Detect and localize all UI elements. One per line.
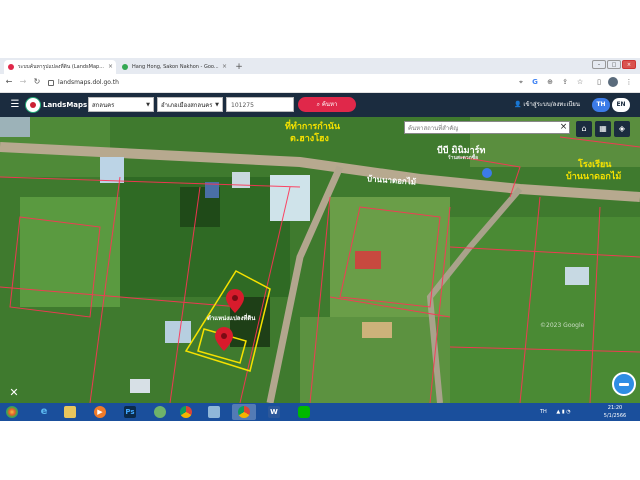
district-select[interactable]: อำเภอเมืองสกลนคร ▼ (157, 97, 223, 112)
place-search-input[interactable]: ค้นหาสถานที่สำคัญ (404, 121, 570, 134)
ie-icon: e (40, 406, 48, 417)
zoom-icon[interactable]: ⊕ (545, 77, 555, 87)
hamburger-menu-icon[interactable]: ☰ (9, 99, 21, 111)
new-tab-button[interactable]: + (233, 60, 245, 74)
parcel-number-input[interactable]: 101275 (226, 97, 294, 112)
clock-time: 21:20 (607, 405, 623, 411)
forward-icon[interactable]: → (18, 77, 28, 87)
clock-date: 5/1/2566 (603, 413, 627, 419)
taskbar-ie[interactable]: e (32, 404, 56, 420)
input-language[interactable]: TH (540, 409, 547, 415)
tab-title: ระบบค้นหารูปแปลงที่ดิน (LandsMap... (18, 64, 104, 70)
taskbar-explorer[interactable] (58, 404, 82, 420)
landsmaps-logo (25, 97, 41, 113)
more-menu-icon[interactable]: ⋮ (624, 77, 634, 87)
folder-icon (64, 406, 76, 418)
favicon-location-icon (8, 64, 14, 70)
lang-en-button[interactable]: EN (612, 98, 630, 112)
search-button-label: ค้นหา (321, 101, 338, 108)
lang-th-button[interactable]: TH (592, 98, 610, 112)
taskbar-chrome[interactable] (174, 404, 198, 420)
tab-close-icon[interactable]: × (108, 60, 113, 74)
login-link[interactable]: 👤 เข้าสู่ระบบ/ลงทะเบียน (514, 99, 580, 111)
chrome-icon (180, 406, 192, 418)
start-button[interactable] (2, 403, 22, 421)
maximize-button[interactable]: □ (607, 60, 621, 69)
maps-icon (154, 406, 166, 418)
map-label-shop-sub: ร้านสะดวกซื้อ (448, 155, 479, 161)
tools-icon[interactable]: ✕ (6, 385, 22, 401)
line-icon (298, 406, 310, 418)
search-close-icon[interactable]: × (557, 121, 570, 134)
map-watermark: ©2023 Google (540, 322, 585, 329)
home-icon[interactable]: ⌂ (576, 121, 592, 137)
reload-icon[interactable]: ↻ (32, 77, 42, 87)
taskbar-media[interactable]: ▶ (88, 404, 112, 420)
control-panel-icon (208, 406, 220, 418)
close-window-button[interactable]: × (622, 60, 636, 69)
google-icon[interactable]: G (530, 77, 540, 87)
windows-logo-icon (6, 406, 18, 418)
chevron-down-icon: ▼ (215, 102, 219, 108)
chevron-down-icon: ▼ (146, 102, 150, 108)
taskbar-chrome-active[interactable] (232, 404, 256, 420)
map-imagery (0, 117, 640, 403)
taskbar-photoshop[interactable]: Ps (118, 404, 142, 420)
province-value: สกลนคร (92, 102, 115, 109)
login-label: เข้าสู่ระบบ/ลงทะเบียน (523, 101, 580, 108)
map-action-button[interactable] (612, 372, 636, 396)
back-icon[interactable]: ← (4, 77, 14, 87)
shop-marker-icon (482, 168, 492, 178)
chrome-icon (238, 406, 250, 418)
lock-icon (48, 79, 54, 86)
district-value: อำเภอเมืองสกลนคร (161, 102, 213, 109)
satellite-map[interactable]: ที่ทำการกำนัน ต.ฮางโฮง บีบี มินิมาร์ท ร้… (0, 117, 640, 403)
search-button[interactable]: ⌕ ค้นหา (298, 97, 356, 112)
layers-icon[interactable]: ◈ (614, 121, 630, 137)
star-icon[interactable]: ☆ (575, 77, 585, 87)
brand-name: LandsMaps (43, 101, 88, 109)
favicon-maps-icon (122, 64, 128, 70)
photoshop-icon: Ps (124, 406, 136, 418)
word-icon: W (268, 406, 280, 418)
minimize-button[interactable]: – (592, 60, 606, 69)
map-label-school-2: บ้านนาดอกไม้ (566, 172, 622, 182)
tab-close-icon[interactable]: × (222, 60, 227, 74)
taskbar-clock[interactable]: 21:20 5/1/2566 (596, 404, 634, 420)
tab-landsmaps[interactable]: ระบบค้นหารูปแปลงที่ดิน (LandsMap... × (4, 60, 116, 74)
map-label-subdistrict: ต.ฮางโฮง (290, 134, 329, 144)
keyboard-icon[interactable]: ▦ (595, 121, 611, 137)
profile-avatar[interactable] (608, 77, 618, 87)
location-icon[interactable]: ⌖ (516, 77, 526, 87)
url-input[interactable]: landsmaps.dol.go.th (48, 76, 508, 89)
province-select[interactable]: สกลนคร ▼ (88, 97, 154, 112)
taskbar-control-panel[interactable] (202, 404, 226, 420)
map-label-parcel: ตำแหน่งแปลงที่ดิน (207, 315, 256, 322)
tray-icons[interactable]: ▲ ▮ ◔ (556, 409, 570, 415)
sidebar-icon[interactable]: ▯ (594, 77, 604, 87)
tab-title: Hang Hong, Sakon Nakhon - Goo... (132, 64, 219, 70)
taskbar-line[interactable] (292, 404, 316, 420)
taskbar-maps[interactable] (148, 404, 172, 420)
user-icon: 👤 (514, 101, 524, 108)
media-player-icon: ▶ (94, 406, 106, 418)
share-icon[interactable]: ⇪ (560, 77, 570, 87)
taskbar-word[interactable]: W (262, 404, 286, 420)
url-text: landsmaps.dol.go.th (58, 79, 119, 86)
system-tray[interactable]: TH ▲ ▮ ◔ (540, 407, 571, 417)
tab-google-maps[interactable]: Hang Hong, Sakon Nakhon - Goo... × (118, 60, 230, 74)
